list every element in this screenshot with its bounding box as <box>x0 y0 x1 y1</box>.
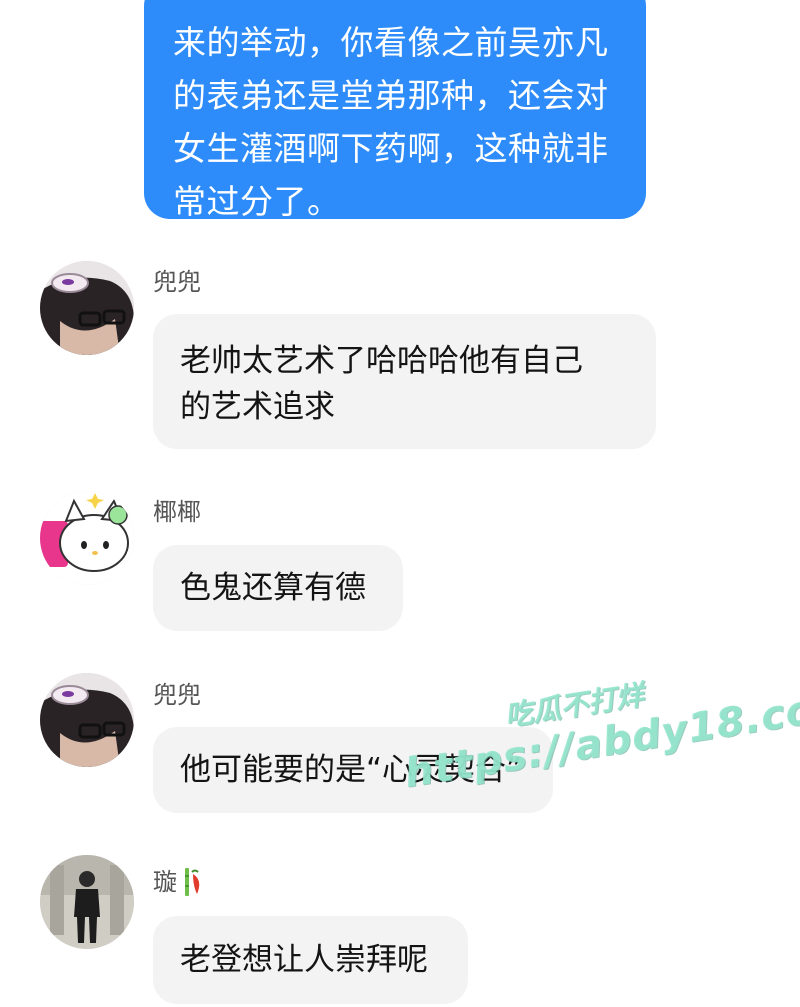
incoming-message-text: 老登想让人崇拜呢 <box>180 942 428 978</box>
incoming-message-bubble[interactable]: 老登想让人崇拜呢 <box>153 916 468 1004</box>
bamboo-chili-icon <box>185 868 200 896</box>
incoming-message-text: 老帅太艺术了哈哈哈他有自己 的艺术追求 <box>180 343 583 425</box>
avatar-xuan[interactable] <box>40 855 134 949</box>
watermark: 吃瓜不打烊 https://abdy18.com <box>395 641 800 797</box>
avatar-person-photo-icon <box>40 855 134 949</box>
avatar-glasses-boy-icon <box>40 261 134 355</box>
nickname-doudou: 兜兜 <box>153 268 201 296</box>
avatar-hello-kitty-icon <box>40 491 134 585</box>
incoming-message-bubble[interactable]: 色鬼还算有德 <box>153 545 403 631</box>
avatar-glasses-boy-icon <box>40 673 134 767</box>
incoming-message-bubble[interactable]: 老帅太艺术了哈哈哈他有自己 的艺术追求 <box>153 314 656 449</box>
nickname-doudou: 兜兜 <box>153 681 201 709</box>
avatar-yeye[interactable] <box>40 491 134 585</box>
nickname-xuan: 璇 <box>153 866 207 898</box>
outgoing-message-text: 来的举动，你看像之前吴亦凡 的表弟还是堂弟那种，还会对 女生灌酒啊下药啊，这种就… <box>173 23 609 221</box>
avatar-doudou[interactable] <box>40 673 134 767</box>
avatar-doudou[interactable] <box>40 261 134 355</box>
nickname-yeye: 椰椰 <box>153 498 201 526</box>
outgoing-message-bubble[interactable]: 来的举动，你看像之前吴亦凡 的表弟还是堂弟那种，还会对 女生灌酒啊下药啊，这种就… <box>144 0 646 221</box>
incoming-message-text: 色鬼还算有德 <box>180 570 366 606</box>
